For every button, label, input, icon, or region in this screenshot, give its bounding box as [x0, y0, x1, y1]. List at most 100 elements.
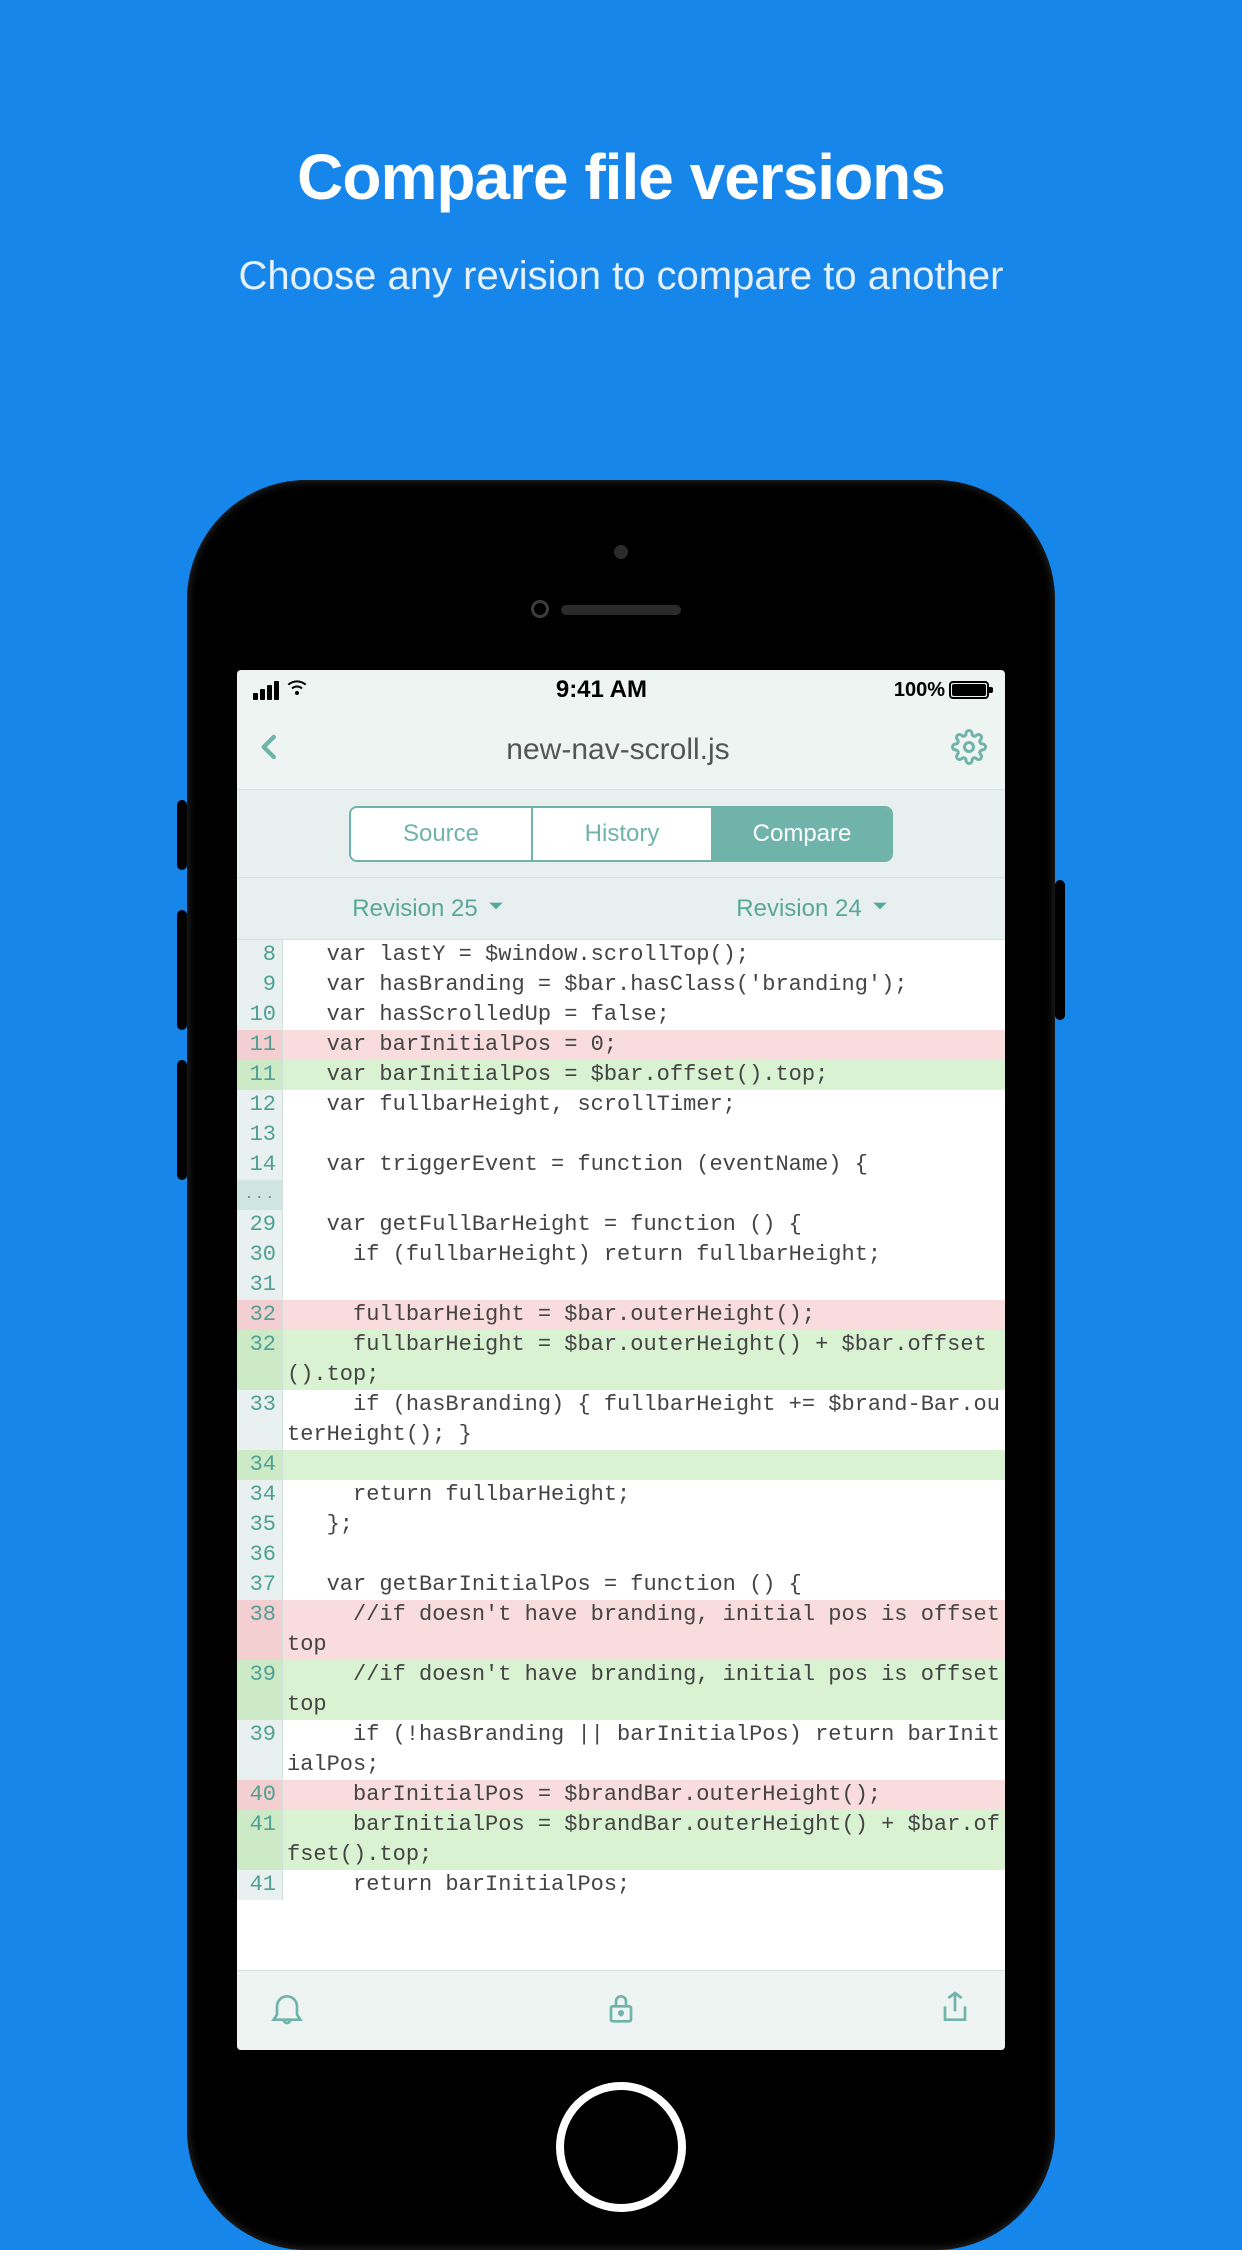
line-number: 12: [237, 1090, 283, 1120]
notifications-button[interactable]: [267, 1986, 307, 2035]
line-text: var getFullBarHeight = function () {: [283, 1210, 1005, 1240]
home-button[interactable]: [556, 2082, 686, 2212]
diff-line: 32 fullbarHeight = $bar.outerHeight() + …: [237, 1330, 1005, 1390]
line-text: var fullbarHeight, scrollTimer;: [283, 1090, 1005, 1120]
line-text: if (!hasBranding || barInitialPos) retur…: [283, 1720, 1005, 1780]
diff-line: 34 return fullbarHeight;: [237, 1480, 1005, 1510]
line-text: if (fullbarHeight) return fullbarHeight;: [283, 1240, 1005, 1270]
line-text: [283, 1540, 1005, 1570]
promo-subtitle: Choose any revision to compare to anothe…: [0, 254, 1242, 299]
diff-view[interactable]: 8 var lastY = $window.scrollTop();9 var …: [237, 940, 1005, 1970]
diff-line: 32 fullbarHeight = $bar.outerHeight();: [237, 1300, 1005, 1330]
diff-line: 37 var getBarInitialPos = function () {: [237, 1570, 1005, 1600]
line-number: 13: [237, 1120, 283, 1150]
diff-line: 40 barInitialPos = $brandBar.outerHeight…: [237, 1780, 1005, 1810]
chevron-down-icon: [870, 895, 890, 923]
diff-line: 13: [237, 1120, 1005, 1150]
diff-line: 38 //if doesn't have branding, initial p…: [237, 1600, 1005, 1660]
line-number: 32: [237, 1300, 283, 1330]
revision-bar: Revision 25 Revision 24: [237, 878, 1005, 940]
battery-icon: [949, 681, 989, 699]
line-number: 41: [237, 1870, 283, 1900]
line-number: 37: [237, 1570, 283, 1600]
line-text: [283, 1450, 1005, 1480]
line-number: 14: [237, 1150, 283, 1180]
diff-line: 10 var hasScrolledUp = false;: [237, 1000, 1005, 1030]
line-number: 33: [237, 1390, 283, 1450]
line-text: fullbarHeight = $bar.outerHeight();: [283, 1300, 1005, 1330]
line-number: 8: [237, 940, 283, 970]
diff-line: 9 var hasBranding = $bar.hasClass('brand…: [237, 970, 1005, 1000]
line-number: 39: [237, 1660, 283, 1720]
revision-left-label: Revision 25: [352, 895, 477, 923]
diff-line: 14 var triggerEvent = function (eventNam…: [237, 1150, 1005, 1180]
line-text: var barInitialPos = $bar.offset().top;: [283, 1060, 1005, 1090]
revision-right-select[interactable]: Revision 24: [621, 895, 1005, 923]
tab-history[interactable]: History: [531, 808, 711, 860]
line-number: 36: [237, 1540, 283, 1570]
line-text: [283, 1180, 1005, 1210]
line-text: };: [283, 1510, 1005, 1540]
line-text: barInitialPos = $brandBar.outerHeight();: [283, 1780, 1005, 1810]
back-button[interactable]: [255, 727, 285, 772]
line-number: 29: [237, 1210, 283, 1240]
line-text: fullbarHeight = $bar.outerHeight() + $ba…: [283, 1330, 1005, 1390]
line-number: 32: [237, 1330, 283, 1390]
line-text: var barInitialPos = 0;: [283, 1030, 1005, 1060]
share-button[interactable]: [935, 1986, 975, 2035]
line-number: 40: [237, 1780, 283, 1810]
diff-line: 8 var lastY = $window.scrollTop();: [237, 940, 1005, 970]
cell-signal-icon: [253, 681, 279, 700]
line-text: //if doesn't have branding, initial pos …: [283, 1660, 1005, 1720]
line-number: 35: [237, 1510, 283, 1540]
line-text: return fullbarHeight;: [283, 1480, 1005, 1510]
diff-line: 39 //if doesn't have branding, initial p…: [237, 1660, 1005, 1720]
line-text: var hasBranding = $bar.hasClass('brandin…: [283, 970, 1005, 1000]
diff-line: 11 var barInitialPos = $bar.offset().top…: [237, 1060, 1005, 1090]
diff-line: 35 };: [237, 1510, 1005, 1540]
settings-button[interactable]: [951, 729, 987, 770]
diff-line: 39 if (!hasBranding || barInitialPos) re…: [237, 1720, 1005, 1780]
diff-line: 36: [237, 1540, 1005, 1570]
device-frame: 9:41 AM 100% new-nav-scroll.js SourceHis…: [187, 480, 1055, 2250]
chevron-down-icon: [486, 895, 506, 923]
line-number: 9: [237, 970, 283, 1000]
line-number: 34: [237, 1450, 283, 1480]
diff-line: 30 if (fullbarHeight) return fullbarHeig…: [237, 1240, 1005, 1270]
line-number: 11: [237, 1060, 283, 1090]
battery-percent: 100%: [894, 679, 945, 702]
line-number: 39: [237, 1720, 283, 1780]
lock-button[interactable]: [601, 1986, 641, 2035]
revision-left-select[interactable]: Revision 25: [237, 895, 621, 923]
diff-line: 41 barInitialPos = $brandBar.outerHeight…: [237, 1810, 1005, 1870]
line-text: return barInitialPos;: [283, 1870, 1005, 1900]
diff-line: 11 var barInitialPos = 0;: [237, 1030, 1005, 1060]
diff-line: 31: [237, 1270, 1005, 1300]
line-text: var triggerEvent = function (eventName) …: [283, 1150, 1005, 1180]
line-number: 11: [237, 1030, 283, 1060]
line-number: 41: [237, 1810, 283, 1870]
line-text: if (hasBranding) { fullbarHeight += $bra…: [283, 1390, 1005, 1450]
line-text: [283, 1120, 1005, 1150]
line-number: 38: [237, 1600, 283, 1660]
diff-line: 12 var fullbarHeight, scrollTimer;: [237, 1090, 1005, 1120]
revision-right-label: Revision 24: [736, 895, 861, 923]
line-number: 30: [237, 1240, 283, 1270]
nav-bar: new-nav-scroll.js: [237, 710, 1005, 790]
bottom-toolbar: [237, 1970, 1005, 2050]
promo-title: Compare file versions: [0, 140, 1242, 214]
diff-line: ...: [237, 1180, 1005, 1210]
diff-line: 29 var getFullBarHeight = function () {: [237, 1210, 1005, 1240]
line-text: [283, 1270, 1005, 1300]
line-number: ...: [237, 1180, 283, 1210]
wifi-icon: [285, 675, 309, 705]
line-text: //if doesn't have branding, initial pos …: [283, 1600, 1005, 1660]
tab-source[interactable]: Source: [351, 808, 531, 860]
line-number: 34: [237, 1480, 283, 1510]
line-text: var hasScrolledUp = false;: [283, 1000, 1005, 1030]
line-text: var lastY = $window.scrollTop();: [283, 940, 1005, 970]
status-bar: 9:41 AM 100%: [237, 670, 1005, 710]
status-time: 9:41 AM: [556, 676, 647, 704]
diff-line: 34: [237, 1450, 1005, 1480]
tab-compare[interactable]: Compare: [711, 808, 891, 860]
